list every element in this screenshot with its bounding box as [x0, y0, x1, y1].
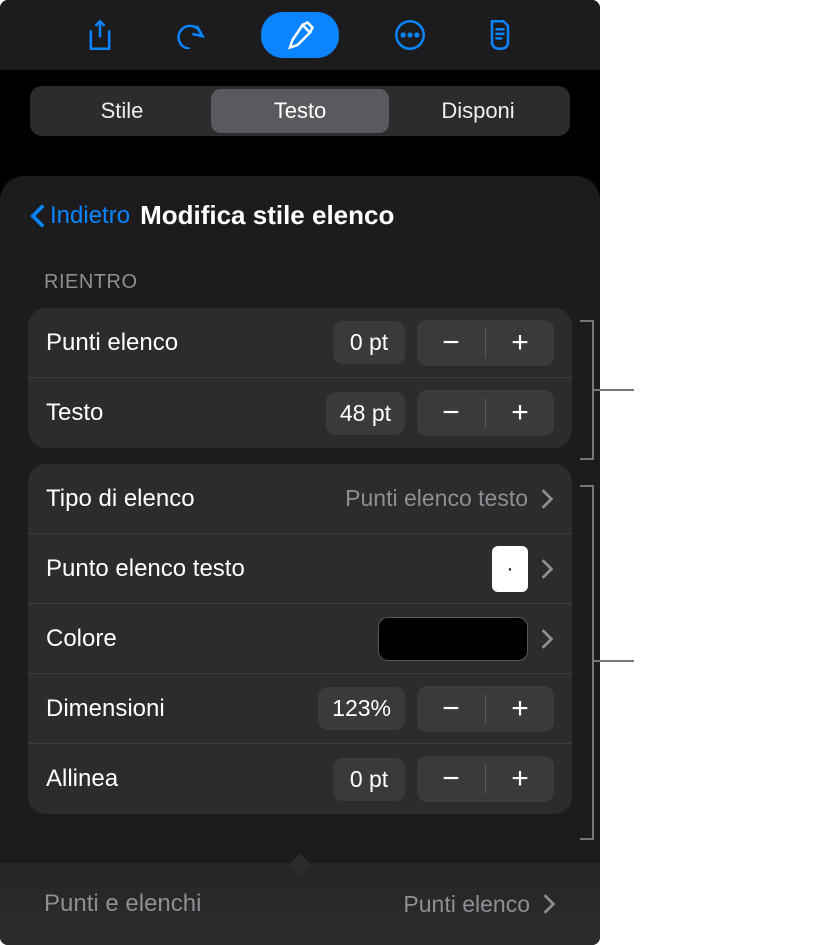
text-indent-stepper: − + [417, 390, 554, 436]
bullet-indent-minus[interactable]: − [417, 320, 485, 366]
callout-bracket-bottom [580, 485, 594, 840]
bullets-lists-row[interactable]: Punti e elenchi Punti elenco [0, 863, 600, 945]
align-value[interactable]: 0 pt [333, 758, 405, 801]
panel-title: Modifica stile elenco [140, 200, 394, 231]
undo-icon[interactable] [171, 16, 209, 54]
section-indent-label: RIENTRO [0, 251, 600, 300]
list-type-value: Punti elenco testo [345, 485, 528, 512]
share-icon[interactable] [81, 16, 119, 54]
document-icon[interactable] [481, 16, 519, 54]
align-minus[interactable]: − [417, 756, 485, 802]
callout-bracket-top [580, 320, 594, 460]
size-minus[interactable]: − [417, 686, 485, 732]
row-list-type[interactable]: Tipo di elenco Punti elenco testo [28, 464, 572, 534]
back-button[interactable]: Indietro [30, 202, 130, 230]
color-swatch [378, 617, 528, 661]
row-size: Dimensioni 123% − + [28, 674, 572, 744]
format-tabs: Stile Testo Disponi [30, 86, 570, 136]
tab-arrange[interactable]: Disponi [389, 89, 567, 133]
bullets-lists-value: Punti elenco [403, 891, 530, 918]
size-plus[interactable]: + [486, 686, 554, 732]
chevron-right-icon [542, 893, 556, 915]
bullet-glyph-swatch: · [492, 546, 528, 592]
row-bullet-text[interactable]: Punto elenco testo · [28, 534, 572, 604]
bullet-indent-value[interactable]: 0 pt [333, 321, 405, 364]
row-bullet-indent: Punti elenco 0 pt − + [28, 308, 572, 378]
align-label: Allinea [46, 765, 118, 793]
format-panel: Indietro Modifica stile elenco RIENTRO P… [0, 176, 600, 945]
row-text-indent: Testo 48 pt − + [28, 378, 572, 448]
tab-text[interactable]: Testo [211, 89, 389, 133]
color-label: Colore [46, 625, 117, 653]
align-stepper: − + [417, 756, 554, 802]
size-label: Dimensioni [46, 695, 165, 723]
text-indent-label: Testo [46, 399, 103, 427]
bullet-indent-stepper: − + [417, 320, 554, 366]
row-color[interactable]: Colore [28, 604, 572, 674]
chevron-right-icon [540, 558, 554, 580]
back-label: Indietro [50, 202, 130, 230]
list-group: Tipo di elenco Punti elenco testo Punto … [28, 464, 572, 814]
size-stepper: − + [417, 686, 554, 732]
align-plus[interactable]: + [486, 756, 554, 802]
callout-line-bottom [594, 660, 634, 662]
chevron-left-icon [30, 203, 46, 229]
row-align: Allinea 0 pt − + [28, 744, 572, 814]
more-icon[interactable] [391, 16, 429, 54]
chevron-right-icon [540, 628, 554, 650]
bullet-indent-label: Punti elenco [46, 329, 178, 357]
bullets-lists-label: Punti e elenchi [44, 890, 201, 918]
top-toolbar [0, 0, 600, 70]
bullet-indent-plus[interactable]: + [486, 320, 554, 366]
size-value[interactable]: 123% [318, 687, 405, 730]
tab-style[interactable]: Stile [33, 89, 211, 133]
format-brush-icon[interactable] [261, 12, 339, 58]
text-indent-minus[interactable]: − [417, 390, 485, 436]
indent-group: Punti elenco 0 pt − + Testo 48 pt − + [28, 308, 572, 448]
text-indent-plus[interactable]: + [486, 390, 554, 436]
bullet-text-label: Punto elenco testo [46, 555, 245, 583]
chevron-right-icon [540, 488, 554, 510]
text-indent-value[interactable]: 48 pt [326, 392, 405, 435]
callout-line-top [594, 389, 634, 391]
list-type-label: Tipo di elenco [46, 485, 195, 513]
